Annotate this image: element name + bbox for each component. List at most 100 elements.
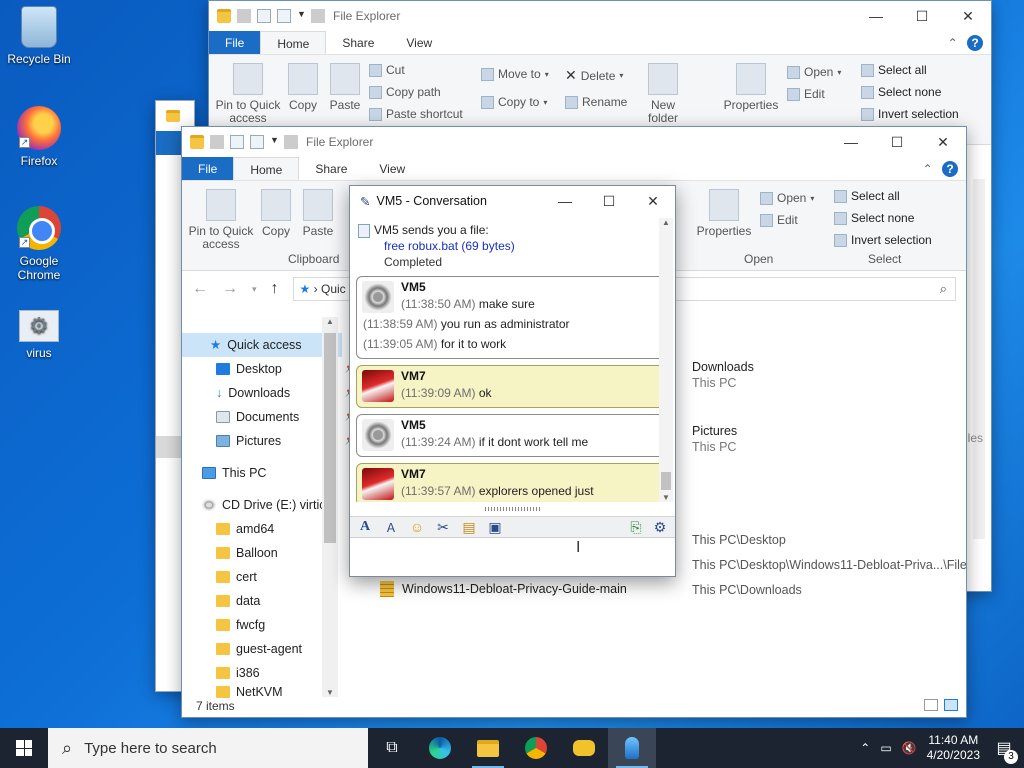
chevron-up-icon[interactable]: ⌃ xyxy=(948,36,958,50)
back-arrow-icon[interactable]: ← xyxy=(192,280,208,298)
nav-pane-scrollbar[interactable]: ▲ ▼ xyxy=(322,317,338,697)
desktop-icon-chrome[interactable]: ↗ Google Chrome xyxy=(0,206,78,282)
chevron-down-icon[interactable]: ▼ xyxy=(297,9,306,23)
history-icon[interactable]: ⎘ xyxy=(627,519,645,536)
desktop-icon-firefox[interactable]: ↗ Firefox xyxy=(0,106,78,168)
properties-button[interactable]: Properties xyxy=(694,189,754,238)
pin-quick-access-button[interactable]: Pin to Quick access xyxy=(188,189,254,251)
scroll-up-icon[interactable]: ▲ xyxy=(322,317,338,326)
copy-button[interactable]: Copy xyxy=(285,63,321,112)
notification-center[interactable]: ▤ 3 xyxy=(990,738,1018,764)
tab-view[interactable]: View xyxy=(363,157,421,180)
chevron-up-icon[interactable]: ⌃ xyxy=(923,162,933,176)
help-icon[interactable]: ? xyxy=(942,161,958,177)
tab-file[interactable]: File xyxy=(182,157,234,180)
tab-view[interactable]: View xyxy=(390,31,448,54)
new-folder-icon[interactable] xyxy=(250,135,264,149)
font-icon[interactable]: A xyxy=(356,519,374,535)
text-style-icon[interactable]: Ａ xyxy=(382,519,400,536)
pin-quick-access-button[interactable]: Pin to Quick access xyxy=(215,63,281,125)
tab-home[interactable]: Home xyxy=(260,31,327,54)
edit-button[interactable]: Edit xyxy=(760,213,798,227)
desktop-icon-virus[interactable]: ⚙ virus xyxy=(0,310,78,360)
start-button[interactable] xyxy=(0,728,48,768)
copy-path-button[interactable]: Copy path xyxy=(369,85,441,99)
taskbar-search[interactable]: ⌕ Type here to search xyxy=(48,728,368,768)
settings-icon[interactable]: ⚙ xyxy=(651,519,669,536)
clock[interactable]: 11:40 AM 4/20/2023 xyxy=(927,733,980,763)
taskbar-edge[interactable] xyxy=(416,728,464,768)
forward-arrow-icon[interactable]: → xyxy=(222,280,238,298)
rename-button[interactable]: Rename xyxy=(565,95,627,109)
paste-shortcut-button[interactable]: Paste shortcut xyxy=(369,107,463,121)
move-to-button[interactable]: Move to ▾ xyxy=(481,67,549,81)
properties-button[interactable]: Properties xyxy=(721,63,781,112)
search-input[interactable]: ⌕ xyxy=(666,277,956,301)
content-item-downloads[interactable]: Downloads This PC xyxy=(692,359,754,391)
copy-to-button[interactable]: Copy to ▾ xyxy=(481,95,547,109)
large-icons-view-icon[interactable] xyxy=(944,699,958,711)
content-item-pictures[interactable]: Pictures This PC xyxy=(692,423,737,455)
minimize-button[interactable]: — xyxy=(828,134,874,151)
scrollbar-thumb[interactable] xyxy=(324,333,336,543)
chevron-down-icon[interactable]: ▼ xyxy=(270,135,279,149)
tab-share[interactable]: Share xyxy=(326,31,390,54)
properties-icon[interactable] xyxy=(257,9,271,23)
select-all-button[interactable]: Select all xyxy=(861,63,927,77)
cut-button[interactable]: Cut xyxy=(369,63,405,77)
properties-icon[interactable] xyxy=(230,135,244,149)
paste-button[interactable]: Paste xyxy=(327,63,363,112)
splitter-grip[interactable] xyxy=(485,507,541,511)
tab-share[interactable]: Share xyxy=(299,157,363,180)
maximize-button[interactable]: ☐ xyxy=(587,193,631,210)
help-icon[interactable]: ? xyxy=(967,35,983,51)
close-button[interactable]: ✕ xyxy=(945,8,991,25)
open-button[interactable]: Open ▾ xyxy=(787,65,841,79)
scrollbar-thumb[interactable] xyxy=(661,472,671,490)
taskbar-file-explorer[interactable] xyxy=(464,728,512,768)
desktop-icon-recycle-bin[interactable]: Recycle Bin xyxy=(0,6,78,66)
invert-selection-button[interactable]: Invert selection xyxy=(861,107,959,121)
conversation-scrollbar[interactable]: ▲ ▼ xyxy=(659,218,673,502)
smiley-icon[interactable]: ☺ xyxy=(408,519,426,535)
send-file-icon[interactable]: ▤ xyxy=(460,519,478,536)
paste-button[interactable]: Paste xyxy=(300,189,336,238)
details-view-icon[interactable] xyxy=(924,699,938,711)
close-button[interactable]: ✕ xyxy=(920,134,966,151)
chevron-down-icon[interactable]: ▾ xyxy=(252,284,257,295)
attach-icon[interactable]: ✂ xyxy=(434,519,452,536)
scroll-down-icon[interactable]: ▼ xyxy=(322,688,338,697)
taskbar-chat[interactable] xyxy=(560,728,608,768)
recent-item-3[interactable]: Windows11-Debloat-Privacy-Guide-main xyxy=(380,581,627,597)
invert-selection-button[interactable]: Invert selection xyxy=(834,233,932,247)
taskbar-messenger[interactable] xyxy=(608,728,656,768)
chevron-up-icon[interactable]: ⌃ xyxy=(860,741,870,755)
taskbar-chrome[interactable] xyxy=(512,728,560,768)
select-all-button[interactable]: Select all xyxy=(834,189,900,203)
tab-file[interactable]: File xyxy=(209,31,261,54)
select-none-button[interactable]: Select none xyxy=(861,85,941,99)
delete-button[interactable]: ✕ Delete ▾ xyxy=(565,67,623,84)
save-icon[interactable]: ▣ xyxy=(486,519,504,536)
minimize-button[interactable]: — xyxy=(543,193,587,210)
message-input[interactable]: I xyxy=(352,539,673,574)
open-button[interactable]: Open ▾ xyxy=(760,191,814,205)
volume-muted-icon[interactable]: 🔇 xyxy=(902,741,917,755)
scroll-up-icon[interactable]: ▲ xyxy=(659,218,673,227)
file-link[interactable]: free robux.bat (69 bytes) xyxy=(384,239,515,253)
select-none-button[interactable]: Select none xyxy=(834,211,914,225)
task-view-button[interactable]: ⧉ xyxy=(368,728,416,768)
scroll-down-icon[interactable]: ▼ xyxy=(659,493,673,502)
conversation-window[interactable]: ✎ VM5 - Conversation — ☐ ✕ VM5 sends you… xyxy=(349,185,676,577)
network-icon[interactable]: ▭ xyxy=(880,741,891,755)
maximize-button[interactable]: ☐ xyxy=(874,134,920,151)
nav-quick-access[interactable]: ★ Quick access xyxy=(182,333,342,357)
new-folder-button[interactable]: New folder xyxy=(643,63,683,125)
tab-home[interactable]: Home xyxy=(233,157,300,180)
copy-button[interactable]: Copy xyxy=(258,189,294,238)
up-arrow-icon[interactable]: ↑ xyxy=(271,280,279,298)
back-scrollbar[interactable] xyxy=(973,179,985,539)
maximize-button[interactable]: ☐ xyxy=(899,8,945,25)
new-folder-icon[interactable] xyxy=(277,9,291,23)
minimize-button[interactable]: — xyxy=(853,8,899,25)
